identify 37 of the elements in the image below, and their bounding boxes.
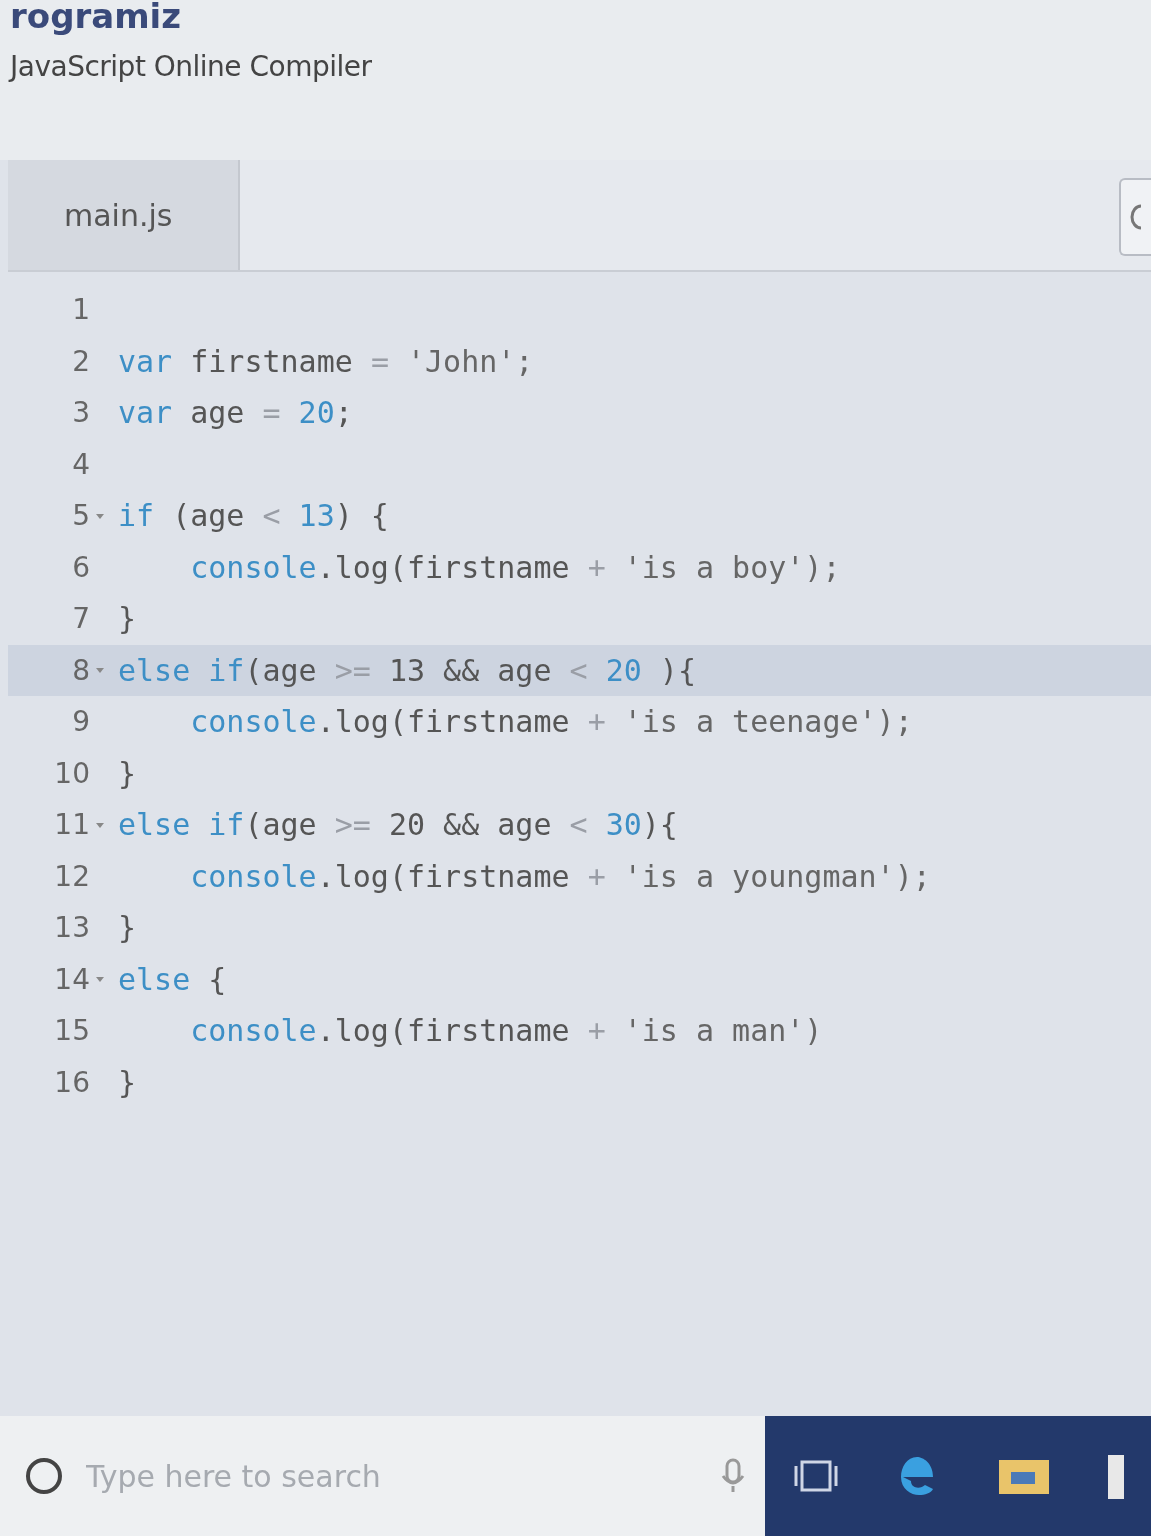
line-number: 3: [72, 396, 90, 430]
code-line: if (age < 13) {: [118, 498, 389, 534]
code-line: }: [118, 601, 137, 637]
line-number: 10: [54, 756, 90, 790]
code-line: console.log(firstname + 'is a boy');: [189, 549, 841, 585]
file-tab[interactable]: main.js: [8, 160, 240, 270]
code-line: }: [118, 1064, 137, 1100]
line-number: 8: [72, 653, 90, 687]
line-number: 7: [72, 602, 90, 636]
code-line: console.log(firstname + 'is a teenage');: [189, 704, 913, 740]
line-number: 5: [72, 499, 90, 533]
line-number: 11: [54, 808, 90, 842]
search-circle-icon: [24, 1456, 64, 1496]
code-line: else {: [118, 961, 227, 997]
line-number: 6: [72, 550, 90, 584]
line-number: 16: [54, 1065, 90, 1099]
line-number: 9: [72, 705, 90, 739]
site-logo[interactable]: rogramiz: [10, 0, 1141, 38]
code-line: var age = 20;: [118, 395, 353, 431]
line-number: 14: [54, 962, 90, 996]
code-line: }: [118, 755, 137, 791]
code-line: console.log(firstname + 'is a man'): [189, 1013, 823, 1049]
code-line: }: [118, 910, 137, 946]
code-line: console.log(firstname + 'is a youngman');: [189, 858, 931, 894]
refresh-button[interactable]: [1119, 178, 1151, 256]
refresh-icon: [1129, 202, 1143, 232]
line-number: 15: [54, 1014, 90, 1048]
page-subtitle: JavaScript Online Compiler: [10, 50, 373, 83]
code-line: else if(age >= 13 && age < 20 ){: [118, 652, 696, 688]
microphone-icon[interactable]: [721, 1458, 745, 1494]
line-number: 1: [72, 293, 90, 327]
code-line: var firstname = 'John';: [118, 343, 534, 379]
line-number: 13: [54, 911, 90, 945]
code-line: else if(age >= 20 && age < 30){: [118, 807, 678, 843]
line-number: 4: [72, 447, 90, 481]
line-number: 2: [72, 344, 90, 378]
line-number: 12: [54, 859, 90, 893]
